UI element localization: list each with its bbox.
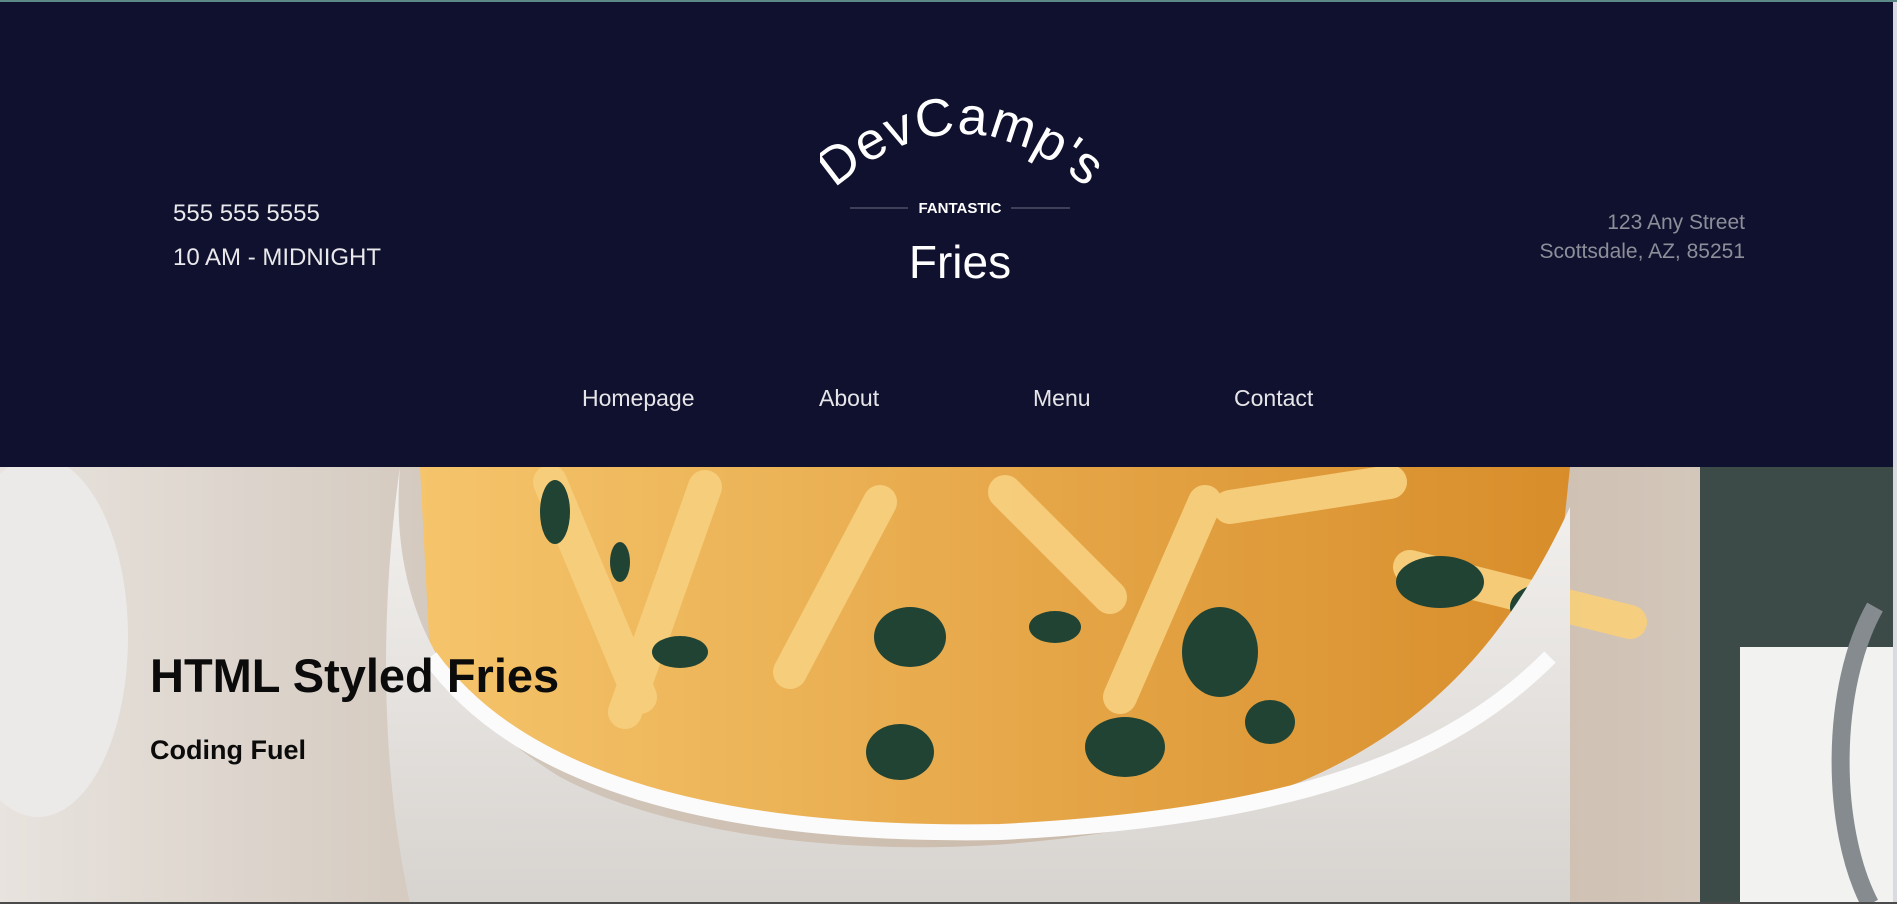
svg-text:DevCamp's: DevCamp's [820,92,1100,198]
devcamp-fries-logo[interactable]: DevCamp's FANTASTIC Fries [806,86,1116,292]
main-navigation: Homepage About Menu Contact [0,385,1893,425]
hero-title: HTML Styled Fries [150,649,560,702]
address-city: Scottsdale, AZ, 85251 [1539,240,1745,263]
nav-homepage[interactable]: Homepage [582,385,695,412]
opening-hours: 10 AM - MIDNIGHT [173,244,382,271]
logo-bottom-text: Fries [909,236,1011,288]
site-header: 555 555 5555 10 AM - MIDNIGHT DevCamp's … [0,2,1893,467]
nav-about[interactable]: About [819,385,879,412]
page-right-border [1893,2,1897,904]
logo-middle-text: FANTASTIC [918,200,1001,217]
logo-graphic: DevCamp's FANTASTIC Fries [806,86,1116,288]
nav-menu[interactable]: Menu [1033,385,1091,412]
hero-subtitle: Coding Fuel [150,735,306,765]
contact-info: 555 555 5555 10 AM - MIDNIGHT [173,198,381,286]
address-street: 123 Any Street [1607,211,1745,234]
nav-contact[interactable]: Contact [1234,385,1313,412]
phone-number: 555 555 5555 [173,200,320,227]
logo-top-text: DevCamp's [806,86,1116,197]
address: 123 Any Street Scottsdale, AZ, 85251 [1540,210,1745,268]
